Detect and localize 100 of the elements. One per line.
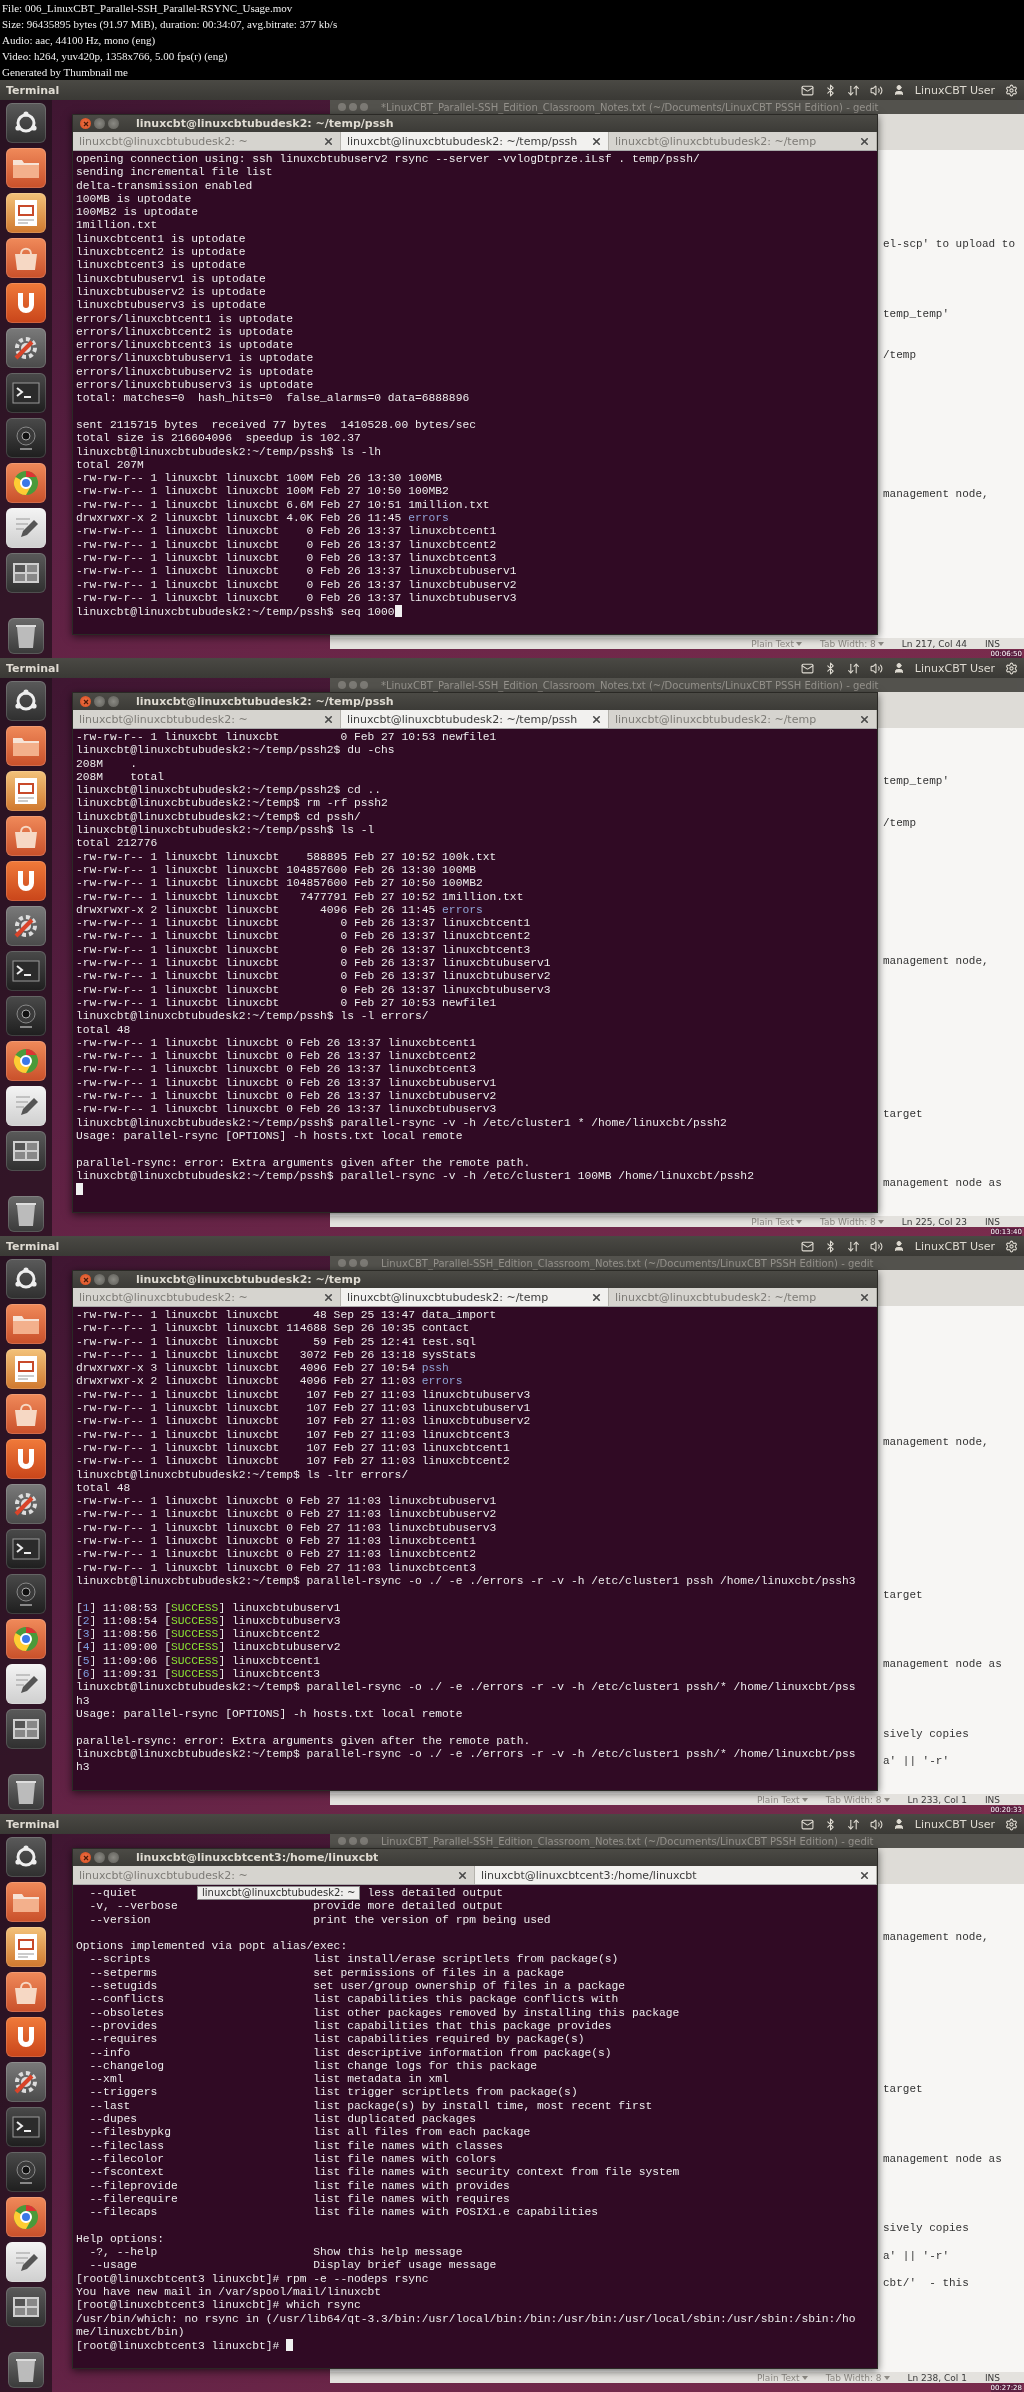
settings-icon[interactable] — [1005, 1817, 1018, 1831]
mail-icon[interactable] — [800, 83, 814, 97]
network-arrows-icon[interactable] — [846, 83, 860, 97]
tab-width-selector[interactable]: Tab Width: 8 — [819, 638, 884, 649]
bag-icon[interactable] — [6, 238, 46, 278]
terminal-tab[interactable]: linuxcbt@linuxcbtubudesk2: ~/temp — [609, 132, 877, 150]
minimize-button[interactable] — [94, 118, 105, 129]
settings-icon[interactable] — [1005, 1239, 1018, 1253]
workspaces-icon[interactable] — [6, 1131, 46, 1171]
bag-icon[interactable] — [6, 816, 46, 856]
webcam-icon[interactable] — [6, 1574, 46, 1614]
browser-icon[interactable] — [6, 463, 46, 503]
user-name[interactable]: LinuxCBT User — [914, 1817, 995, 1831]
terminal-tab[interactable]: linuxcbt@linuxcbtubudesk2: ~ — [73, 132, 341, 150]
minimize-button[interactable] — [94, 696, 105, 707]
minimize-button[interactable] — [94, 1852, 105, 1863]
webcam-icon[interactable] — [6, 2152, 46, 2192]
u-logo-icon[interactable] — [6, 1439, 46, 1479]
speaker-icon[interactable] — [869, 661, 883, 675]
terminal-tab[interactable]: linuxcbt@linuxcbtubudesk2: ~/temp — [609, 1288, 877, 1306]
close-tab-button[interactable] — [323, 1291, 334, 1303]
u-logo-icon[interactable] — [6, 2017, 46, 2057]
pencil-icon[interactable] — [6, 508, 46, 548]
minimize-button[interactable] — [94, 1274, 105, 1285]
terminal-icon[interactable] — [6, 951, 46, 991]
browser-icon[interactable] — [6, 1041, 46, 1081]
close-button[interactable] — [80, 1852, 91, 1863]
u-logo-icon[interactable] — [6, 283, 46, 323]
folder-icon[interactable] — [6, 1882, 46, 1922]
bag-icon[interactable] — [6, 1394, 46, 1434]
browser-icon[interactable] — [6, 2197, 46, 2237]
speaker-icon[interactable] — [869, 83, 883, 97]
maximize-button[interactable] — [108, 118, 119, 129]
presentation-icon[interactable] — [6, 1349, 46, 1389]
terminal-icon[interactable] — [6, 1529, 46, 1569]
trash-icon[interactable] — [8, 1774, 44, 1810]
close-tab-button[interactable] — [323, 713, 334, 725]
network-arrows-icon[interactable] — [846, 1817, 860, 1831]
language-selector[interactable]: Plain Text — [751, 1216, 802, 1227]
close-tab-button[interactable] — [859, 713, 870, 725]
terminal-icon[interactable] — [6, 2107, 46, 2147]
trash-icon[interactable] — [8, 2352, 44, 2388]
language-selector[interactable]: Plain Text — [751, 638, 802, 649]
tab-width-selector[interactable]: Tab Width: 8 — [819, 1216, 884, 1227]
settings-icon[interactable] — [6, 328, 46, 368]
workspaces-icon[interactable] — [6, 1709, 46, 1749]
close-tab-button[interactable] — [591, 135, 602, 147]
folder-icon[interactable] — [6, 726, 46, 766]
terminal-tab[interactable]: linuxcbt@linuxcbtubudesk2: ~ — [73, 1866, 475, 1884]
speaker-icon[interactable] — [869, 1239, 883, 1253]
user-name[interactable]: LinuxCBT User — [914, 1239, 995, 1253]
mail-icon[interactable] — [800, 1817, 814, 1831]
close-tab-button[interactable] — [457, 1869, 468, 1881]
close-tab-button[interactable] — [591, 713, 602, 725]
settings-icon[interactable] — [6, 1484, 46, 1524]
mail-icon[interactable] — [800, 661, 814, 675]
webcam-icon[interactable] — [6, 418, 46, 458]
mail-icon[interactable] — [800, 1239, 814, 1253]
close-button[interactable] — [80, 118, 91, 129]
close-tab-button[interactable] — [859, 1291, 870, 1303]
workspaces-icon[interactable] — [6, 2287, 46, 2327]
presentation-icon[interactable] — [6, 771, 46, 811]
terminal-tab[interactable]: linuxcbt@linuxcbtubudesk2: ~/temp/pssh — [341, 710, 609, 728]
close-tab-button[interactable] — [859, 135, 870, 147]
language-selector[interactable]: Plain Text — [756, 1794, 808, 1805]
webcam-icon[interactable] — [6, 996, 46, 1036]
folder-icon[interactable] — [6, 1304, 46, 1344]
circle-logo-icon[interactable] — [6, 1259, 46, 1299]
close-tab-button[interactable] — [323, 135, 334, 147]
presentation-icon[interactable] — [6, 193, 46, 233]
close-tab-button[interactable] — [591, 1291, 602, 1303]
terminal-tab[interactable]: linuxcbt@linuxcbtubudesk2: ~/temp/pssh — [341, 132, 609, 150]
circle-logo-icon[interactable] — [6, 1837, 46, 1877]
network-arrows-icon[interactable] — [846, 1239, 860, 1253]
language-selector[interactable]: Plain Text — [756, 2372, 808, 2383]
u-logo-icon[interactable] — [6, 861, 46, 901]
settings-icon[interactable] — [6, 2062, 46, 2102]
browser-icon[interactable] — [6, 1619, 46, 1659]
terminal-tab[interactable]: linuxcbt@linuxcbtubudesk2: ~ — [73, 1288, 341, 1306]
speaker-icon[interactable] — [869, 1817, 883, 1831]
maximize-button[interactable] — [108, 1852, 119, 1863]
terminal-icon[interactable] — [6, 373, 46, 413]
presentation-icon[interactable] — [6, 1927, 46, 1967]
tab-width-selector[interactable]: Tab Width: 8 — [825, 2372, 890, 2383]
terminal-tab[interactable]: linuxcbt@linuxcbtubudesk2: ~/temp — [609, 710, 877, 728]
pencil-icon[interactable] — [6, 2242, 46, 2282]
maximize-button[interactable] — [108, 1274, 119, 1285]
user-name[interactable]: LinuxCBT User — [914, 83, 995, 97]
terminal-tab[interactable]: linuxcbt@linuxcbtcent3:/home/linuxcbt — [475, 1866, 877, 1884]
close-button[interactable] — [80, 1274, 91, 1285]
network-arrows-icon[interactable] — [846, 661, 860, 675]
close-button[interactable] — [80, 696, 91, 707]
settings-icon[interactable] — [1005, 83, 1018, 97]
trash-icon[interactable] — [8, 1196, 44, 1232]
pencil-icon[interactable] — [6, 1664, 46, 1704]
bag-icon[interactable] — [6, 1972, 46, 2012]
settings-icon[interactable] — [1005, 661, 1018, 675]
terminal-tab[interactable]: linuxcbt@linuxcbtubudesk2: ~ — [73, 710, 341, 728]
trash-icon[interactable] — [8, 618, 44, 654]
settings-icon[interactable] — [6, 906, 46, 946]
